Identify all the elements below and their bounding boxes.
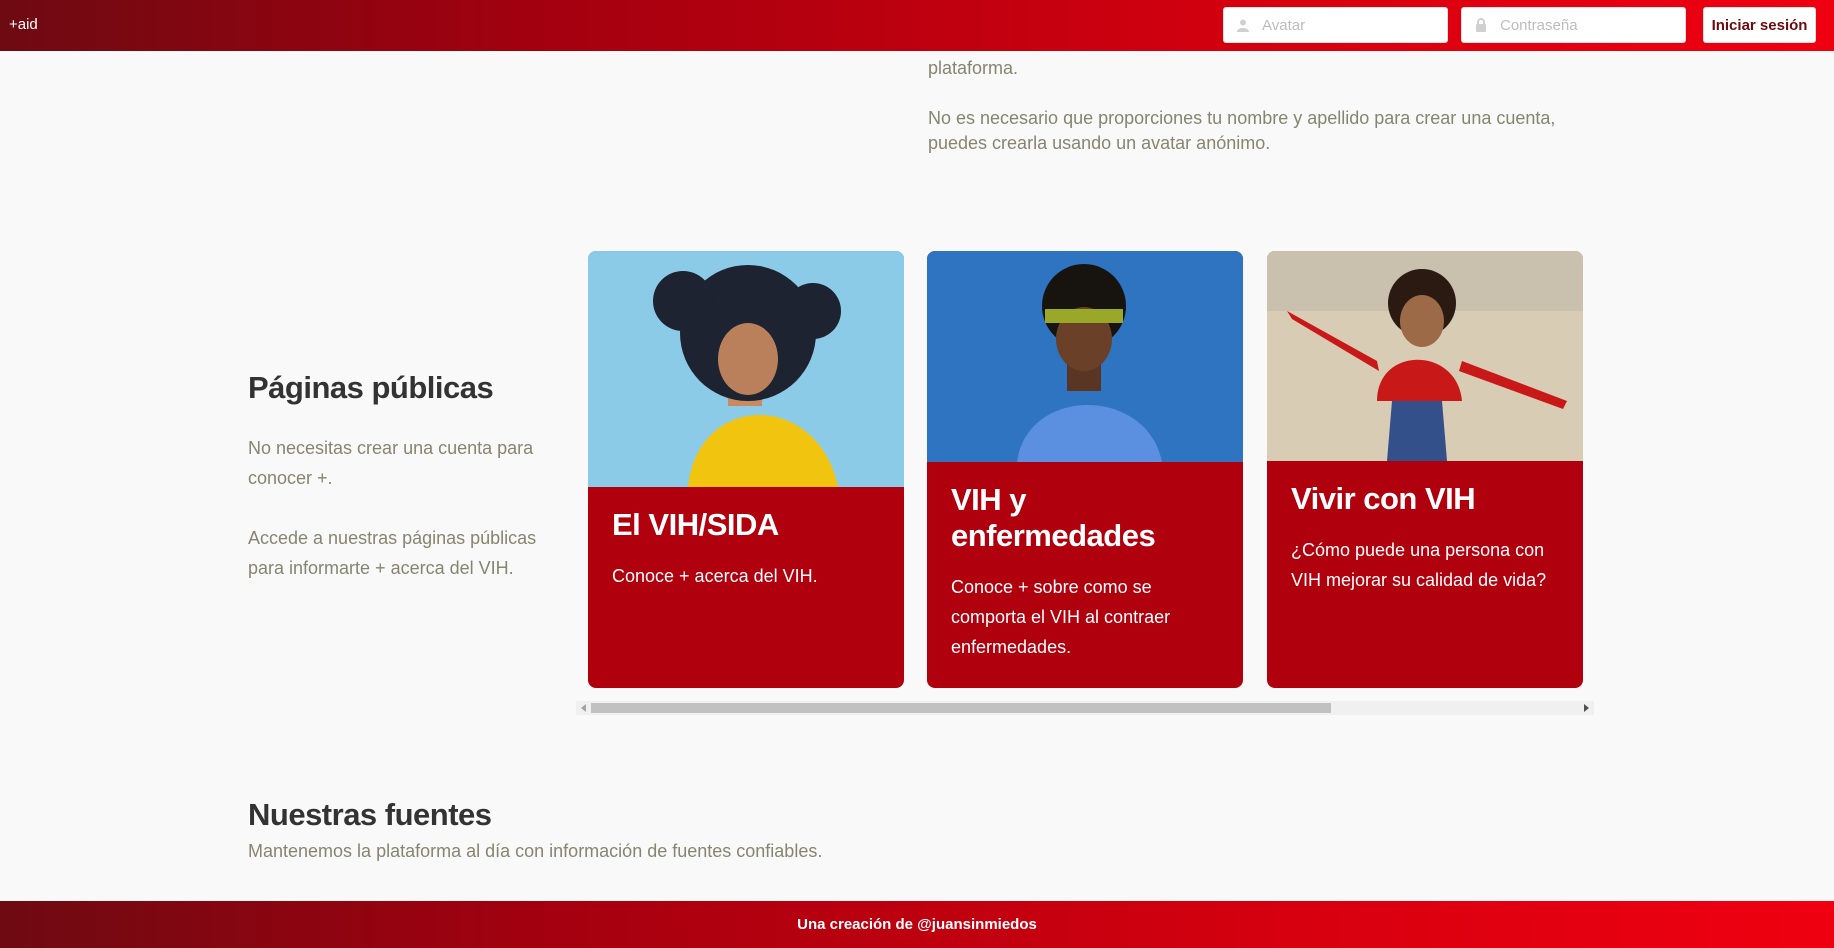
card-body: VIH y enfermedades Conoce + sobre como s…	[927, 462, 1243, 682]
card-title: VIH y enfermedades	[951, 482, 1156, 553]
card-text: Conoce + acerca del VIH.	[612, 566, 818, 586]
card-vivir-con-vih[interactable]: Vivir con VIH ¿Cómo puede una persona co…	[1267, 251, 1583, 688]
card-vih-enfermedades[interactable]: VIH y enfermedades Conoce + sobre como s…	[927, 251, 1243, 688]
public-pages-text-2: Accede a nuestras páginas públicas para …	[248, 528, 537, 578]
card-text: ¿Cómo puede una persona con VIH mejorar …	[1291, 540, 1547, 590]
cards-horizontal-scrollbar[interactable]	[576, 701, 1594, 715]
user-icon	[1236, 18, 1250, 32]
card-image-woman-blue	[927, 251, 1243, 462]
card-body: Vivir con VIH ¿Cómo puede una persona co…	[1267, 461, 1583, 615]
top-navbar: +aid Iniciar sesión	[0, 0, 1834, 51]
password-field[interactable]	[1461, 7, 1686, 43]
avatar-field[interactable]	[1223, 7, 1448, 43]
intro-text: plataforma. No es necesario que proporci…	[928, 56, 1588, 156]
intro-line-2: No es necesario que proporciones tu nomb…	[928, 108, 1556, 153]
card-text: Conoce + sobre como se comporta el VIH a…	[951, 577, 1171, 657]
card-title: Vivir con VIH	[1291, 481, 1476, 516]
login-button[interactable]: Iniciar sesión	[1703, 7, 1816, 43]
lock-icon	[1474, 18, 1488, 32]
footer-credit[interactable]: Una creación de @juansinmiedos	[797, 916, 1037, 933]
avatar-input[interactable]	[1262, 16, 1442, 34]
password-input[interactable]	[1500, 16, 1680, 34]
intro-line-1: plataforma.	[928, 58, 1019, 78]
section-title-public-pages: Páginas públicas	[248, 370, 494, 405]
section-title-sources: Nuestras fuentes	[248, 797, 492, 832]
card-title: El VIH/SIDA	[612, 507, 779, 542]
scroll-thumb[interactable]	[591, 703, 1331, 713]
card-image-woman-yellow	[588, 251, 904, 487]
scroll-left-icon[interactable]	[581, 704, 586, 712]
brand-logo[interactable]: +aid	[9, 16, 38, 33]
card-body: El VIH/SIDA Conoce + acerca del VIH.	[588, 487, 904, 611]
card-vih-sida[interactable]: El VIH/SIDA Conoce + acerca del VIH.	[588, 251, 904, 688]
card-image-woman-red	[1267, 251, 1583, 461]
footer: Una creación de @juansinmiedos	[0, 901, 1834, 948]
sources-text: Mantenemos la plataforma al día con info…	[248, 841, 823, 861]
scroll-right-icon[interactable]	[1584, 704, 1589, 712]
public-pages-text-1: No necesitas crear una cuenta para conoc…	[248, 438, 534, 488]
